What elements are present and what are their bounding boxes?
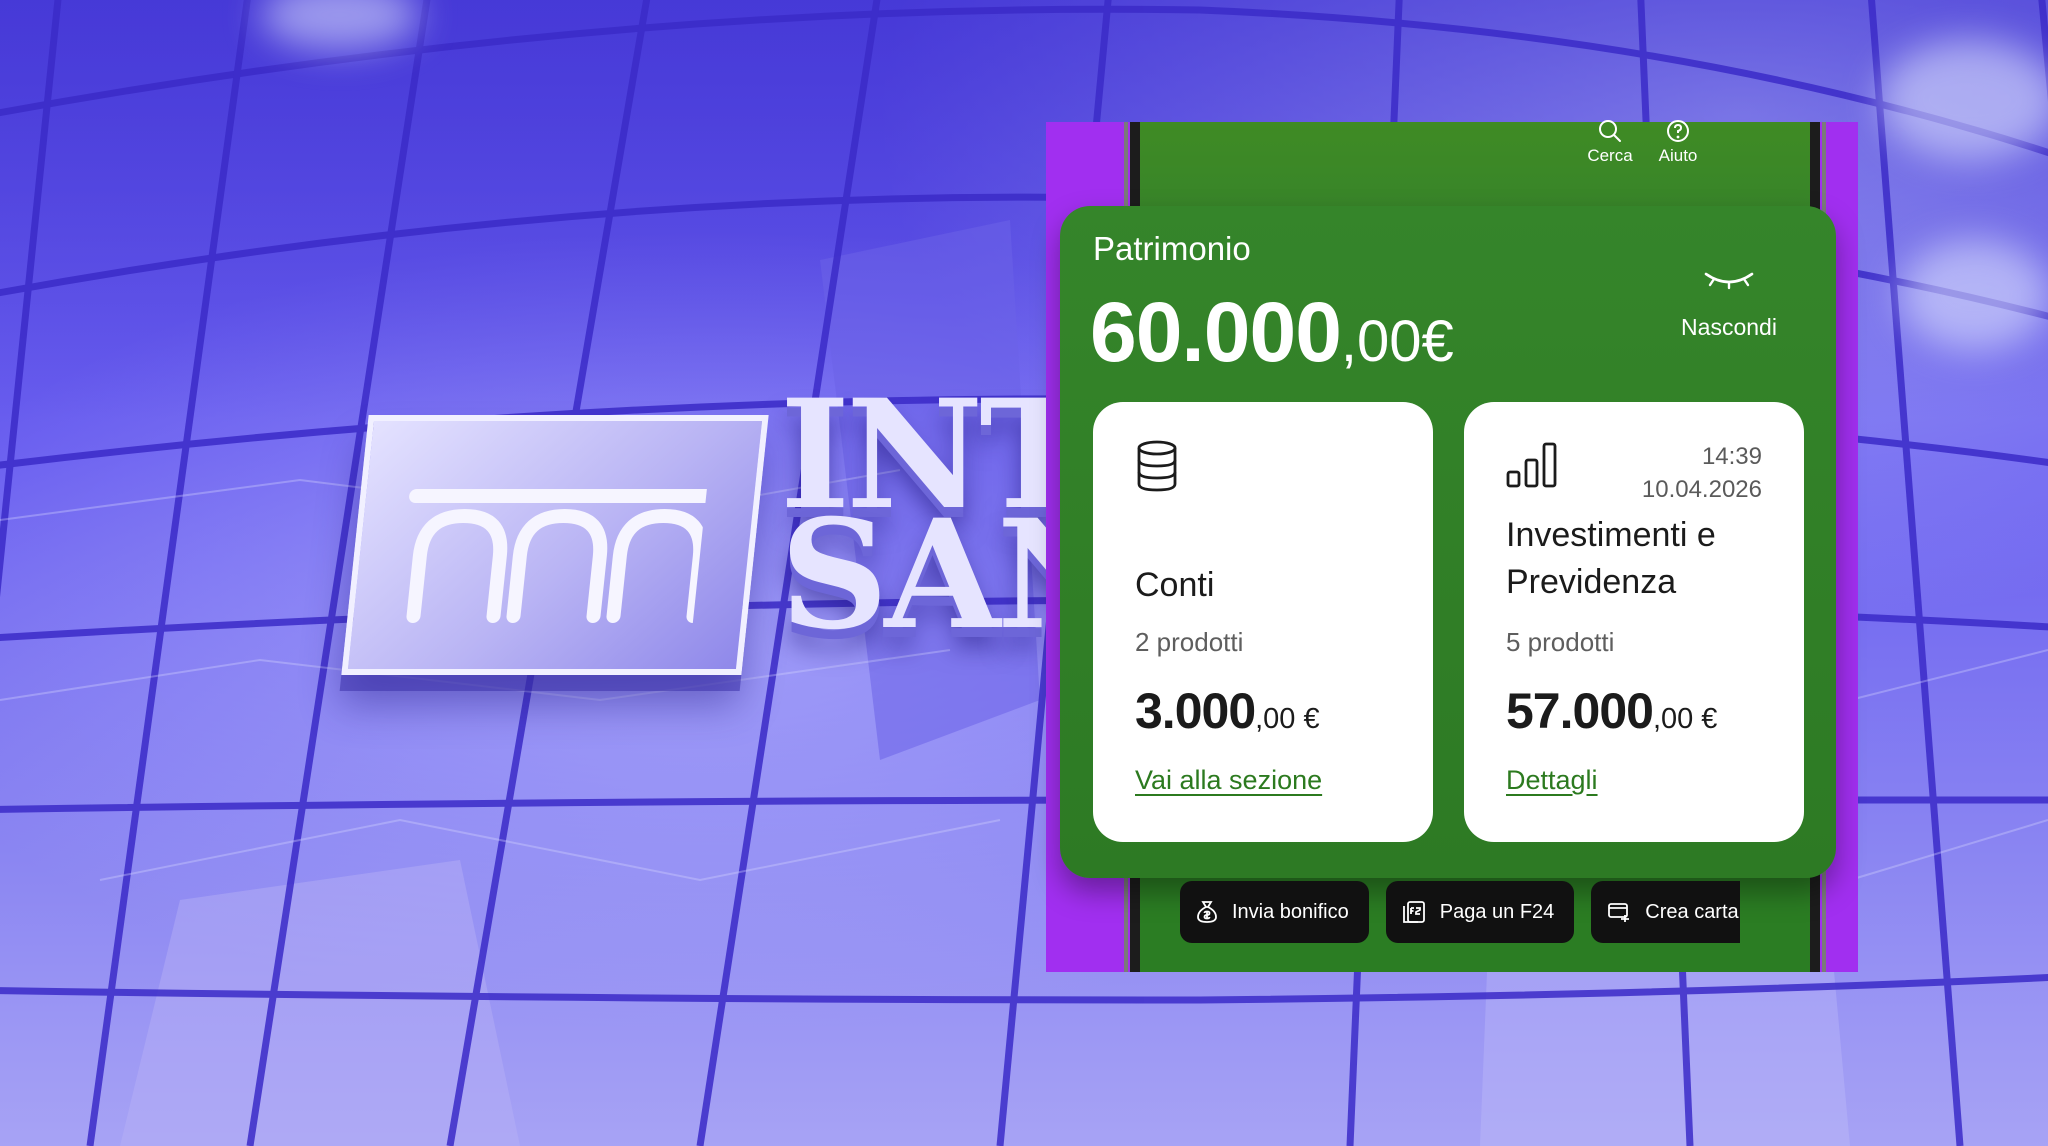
total-balance: 60.000,00€ <box>1090 284 1454 381</box>
money-bag-icon <box>1197 901 1217 923</box>
help-label: Aiuto <box>1658 146 1698 165</box>
bar-chart-icon <box>1506 440 1562 493</box>
conti-card[interactable]: Conti 2 prodotti 3.000,00 € Vai alla sez… <box>1093 402 1433 842</box>
total-balance-integer: 60.000 <box>1090 285 1342 379</box>
vai-alla-sezione-link[interactable]: Vai alla sezione <box>1135 765 1322 796</box>
conti-balance-integer: 3.000 <box>1135 683 1256 739</box>
search-icon <box>1575 118 1645 146</box>
crea-carta-label: Crea carta <box>1645 900 1739 923</box>
paga-f24-button[interactable]: Paga un F24 <box>1385 881 1575 943</box>
cloud-reflection <box>1880 40 2048 160</box>
investimenti-balance-integer: 57.000 <box>1506 683 1654 739</box>
investimenti-title-line: Investimenti e <box>1506 516 1716 554</box>
crea-carta-button[interactable]: Crea carta <box>1591 881 1740 943</box>
last-update-timestamp: 14:39 10.04.2026 <box>1642 440 1762 506</box>
total-balance-decimal: ,00€ <box>1340 309 1454 374</box>
investimenti-card[interactable]: 14:39 10.04.2026 Investimenti e Previden… <box>1464 402 1804 842</box>
search-button[interactable]: Cerca <box>1575 118 1645 166</box>
dettagli-link[interactable]: Dettagli <box>1506 765 1598 796</box>
investimenti-balance: 57.000,00 € <box>1506 682 1717 740</box>
update-time: 14:39 <box>1701 443 1762 470</box>
investimenti-balance-decimal: ,00 € <box>1652 703 1718 735</box>
quick-actions-bar: Invia bonifico Paga un F24 Crea carta <box>1180 881 1740 945</box>
bank-logo-plate <box>341 415 769 675</box>
coins-stack-icon <box>1135 440 1179 497</box>
conti-balance-decimal: ,00 € <box>1255 703 1320 735</box>
investimenti-title: Investimenti e Previdenza <box>1506 512 1716 606</box>
conti-title: Conti <box>1135 566 1215 604</box>
investimenti-title-line: Previdenza <box>1506 563 1677 601</box>
cloud-reflection <box>1900 240 2048 350</box>
hide-balance-toggle[interactable]: Nascondi <box>1654 268 1804 341</box>
help-circle-icon <box>1643 118 1713 146</box>
help-button[interactable]: Aiuto <box>1643 118 1713 166</box>
closed-eye-icon <box>1704 272 1754 290</box>
investimenti-product-count: 5 prodotti <box>1506 627 1615 657</box>
update-date: 10.04.2026 <box>1641 476 1762 503</box>
invia-bonifico-button[interactable]: Invia bonifico <box>1180 881 1369 943</box>
conti-balance: 3.000,00 € <box>1135 682 1320 740</box>
hide-balance-label: Nascondi <box>1681 314 1777 340</box>
conti-product-count: 2 prodotti <box>1135 627 1244 657</box>
patrimonio-card: Patrimonio 60.000,00€ Nascondi Conti 2 p… <box>1060 206 1836 878</box>
card-icon <box>1608 903 1630 922</box>
search-label: Cerca <box>1587 146 1633 165</box>
f24-form-icon <box>1402 901 1425 923</box>
arches-logo-icon <box>406 489 709 623</box>
paga-f24-label: Paga un F24 <box>1439 900 1555 923</box>
invia-bonifico-label: Invia bonifico <box>1232 900 1349 923</box>
patrimonio-title: Patrimonio <box>1093 230 1251 267</box>
